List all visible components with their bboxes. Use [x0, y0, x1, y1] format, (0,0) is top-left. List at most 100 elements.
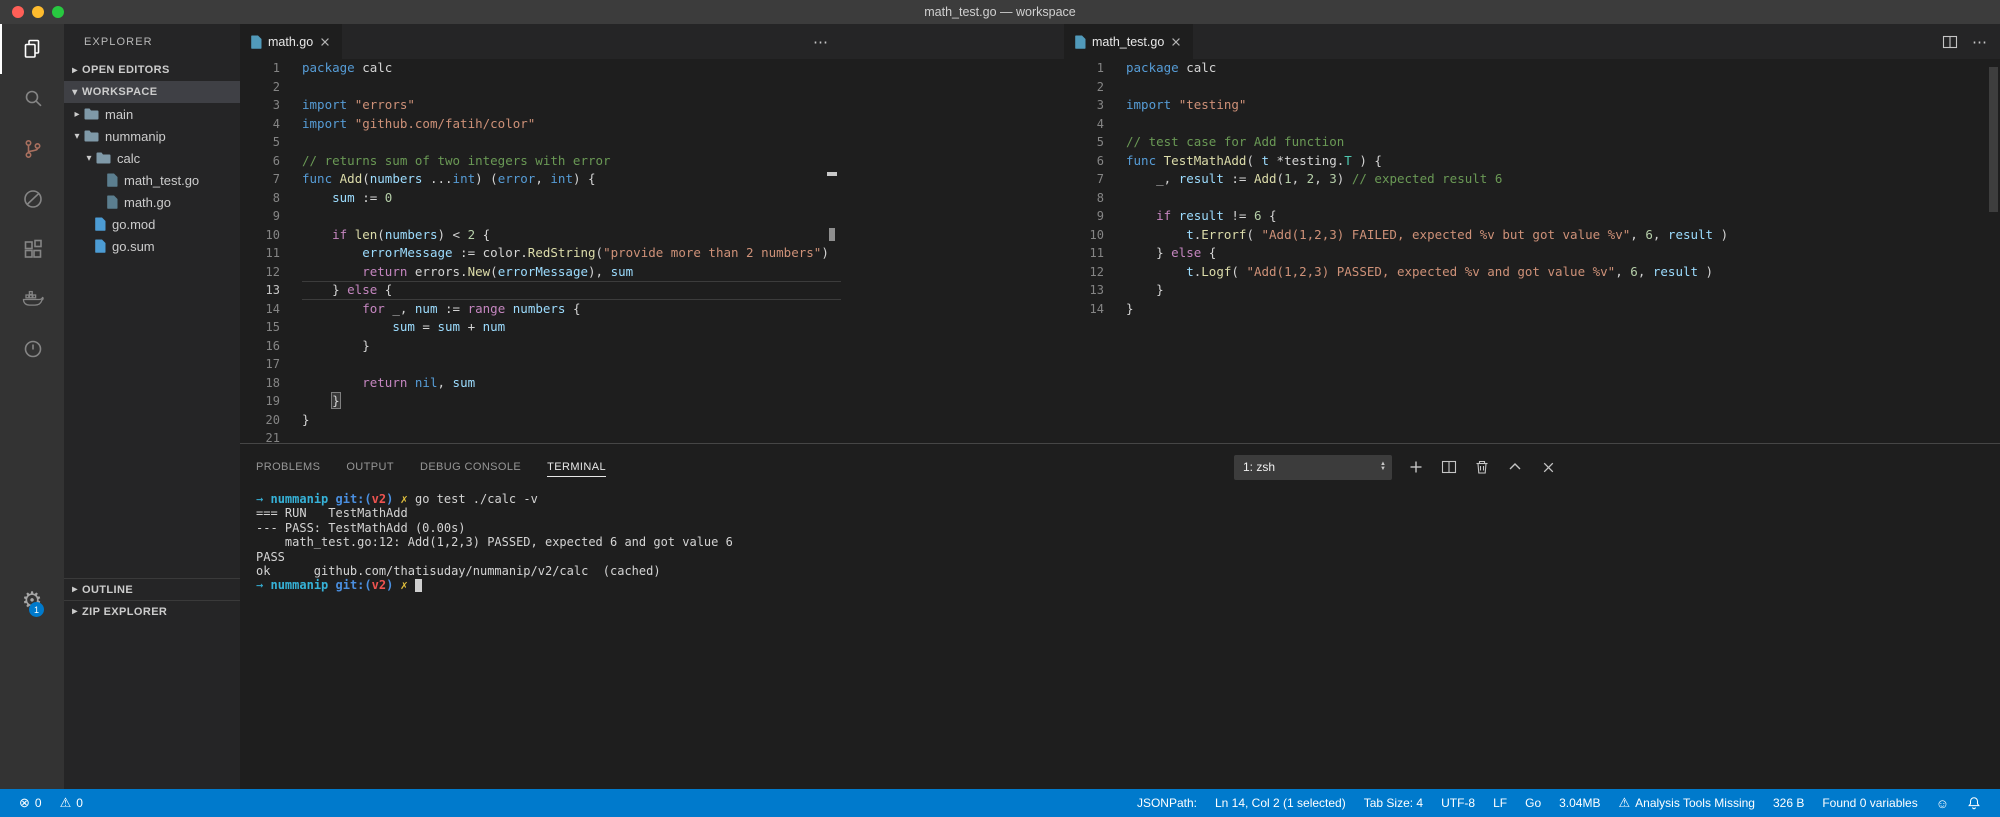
code-text: import "testing": [1126, 97, 1247, 112]
line-number: 8: [272, 190, 280, 205]
status-label: LF: [1493, 796, 1508, 810]
line-number: 17: [265, 357, 280, 371]
line-number: 18: [265, 375, 280, 390]
code-line: 15 sum = sum + num: [240, 318, 841, 337]
line-number: 16: [265, 338, 280, 353]
terminal-dropdown[interactable]: 1: zsh ▲ ▼: [1234, 454, 1392, 480]
kill-terminal-icon[interactable]: [1473, 458, 1491, 476]
status-item-smiley[interactable]: ☺: [1927, 789, 1958, 817]
section-zip-explorer[interactable]: ▸ ZIP EXPLORER: [64, 600, 240, 622]
code-line: 5: [240, 133, 841, 152]
section-outline[interactable]: ▸ OUTLINE: [64, 578, 240, 600]
line-number: 9: [1096, 209, 1104, 223]
tree-file-math_test-go[interactable]: math_test.go: [64, 169, 240, 191]
tree-file-go-mod[interactable]: go.mod: [64, 213, 240, 235]
line-number: 3: [1096, 98, 1104, 112]
status-item-found-0-variables[interactable]: Found 0 variables: [1813, 789, 1926, 817]
status-item-analysis-tools-missing[interactable]: ⚠ Analysis Tools Missing: [1609, 789, 1763, 817]
more-actions-icon[interactable]: ⋯: [813, 33, 829, 51]
close-tab-icon[interactable]: [319, 36, 331, 48]
tab-math-go[interactable]: math.go: [240, 24, 343, 59]
editor-math-go[interactable]: 1 package calc 2 3 import "errors" 4 import "g…: [240, 59, 841, 443]
line-number: 11: [265, 246, 280, 260]
status-item-3-04mb[interactable]: 3.04MB: [1550, 789, 1609, 817]
tab-label: math.go: [268, 34, 314, 49]
code-line: 8 sum := 0: [240, 189, 841, 208]
code-line: 9 if result != 6 {: [1064, 207, 2000, 226]
line-number: 11: [1089, 246, 1104, 260]
section-workspace[interactable]: ▾ WORKSPACE: [64, 81, 240, 103]
code-text: import "errors": [302, 97, 415, 112]
status-item-bell[interactable]: [1958, 789, 1990, 817]
more-actions-icon[interactable]: ⋯: [1972, 33, 1988, 51]
chevron-right-icon: ▸: [74, 108, 80, 120]
code-text: // returns sum of two integers with erro…: [302, 152, 611, 168]
status-item-lf[interactable]: LF: [1484, 789, 1516, 817]
status-item-utf-8[interactable]: UTF-8: [1432, 789, 1484, 817]
new-terminal-icon[interactable]: [1407, 458, 1425, 476]
activity-item-power-circle[interactable]: [0, 324, 64, 374]
panel-tab-problems[interactable]: PROBLEMS: [256, 457, 320, 477]
tree-folder-calc[interactable]: ▾ calc: [64, 147, 240, 169]
close-panel-icon[interactable]: [1539, 458, 1557, 476]
code-line: 11 errorMessage := color.RedString("prov…: [240, 244, 841, 263]
panel-tab-output[interactable]: OUTPUT: [346, 457, 394, 477]
line-number: 2: [1096, 79, 1104, 94]
activity-item-extensions[interactable]: [0, 224, 64, 274]
code-line: 10 if len(numbers) < 2 {: [240, 226, 841, 245]
line-number: 5: [1096, 135, 1104, 149]
status-label: UTF-8: [1441, 796, 1476, 810]
close-window-button[interactable]: [12, 6, 24, 18]
tree-folder-main[interactable]: ▸ main: [64, 103, 240, 125]
status-item-0[interactable]: ⚠ 0: [51, 789, 92, 817]
activity-item-search[interactable]: [0, 74, 64, 124]
close-tab-icon[interactable]: [1170, 36, 1182, 48]
status-item-go[interactable]: Go: [1516, 789, 1550, 817]
maximize-panel-icon[interactable]: [1506, 458, 1524, 476]
terminal-output[interactable]: → nummanip git:(v2) ✗ go test ./calc -v =…: [240, 490, 2000, 593]
split-editor-icon[interactable]: [1942, 34, 1958, 50]
status-item-ln-14-col-2-1-selected[interactable]: Ln 14, Col 2 (1 selected): [1206, 789, 1355, 817]
editor-math-test-go[interactable]: 1 package calc 2 3 import "testing" 4 5 // test…: [1064, 59, 2000, 443]
empty-editor[interactable]: [841, 59, 1064, 443]
code-text: package calc: [1126, 60, 1217, 75]
activity-item-explorer[interactable]: [0, 24, 64, 74]
go-file-icon: [251, 34, 262, 49]
status-item-jsonpath[interactable]: JSONPath:: [1128, 789, 1206, 817]
line-number: 2: [272, 79, 280, 94]
line-number: 13: [1089, 283, 1104, 297]
tab-math-test-go[interactable]: math_test.go: [1064, 24, 1194, 59]
section-open-editors[interactable]: ▸ OPEN EDITORS: [64, 59, 240, 81]
activity-item-docker[interactable]: [0, 274, 64, 324]
activity-item-circle-slash[interactable]: [0, 174, 64, 224]
status-item-tab-size-4[interactable]: Tab Size: 4: [1355, 789, 1432, 817]
tree-folder-nummanip[interactable]: ▾ nummanip: [64, 125, 240, 147]
panel-tab-debug-console[interactable]: DEBUG CONSOLE: [420, 457, 521, 477]
code-line: 6 func TestMathAdd( t *testing.T ) {: [1064, 152, 2000, 171]
status-label: Go: [1525, 796, 1542, 810]
go-file-icon: [107, 195, 118, 209]
panel-header: PROBLEMS OUTPUT DEBUG CONSOLE TERMINAL: [240, 444, 2000, 490]
tree-file-math-go[interactable]: math.go: [64, 191, 240, 213]
error-circle-icon: ⊗: [19, 795, 30, 810]
status-item-326-b[interactable]: 326 B: [1764, 789, 1813, 817]
code-text: if result != 6 {: [1156, 208, 1277, 223]
status-item-0[interactable]: ⊗ 0: [10, 789, 51, 817]
chevron-right-icon: ▸: [72, 64, 78, 76]
minimize-window-button[interactable]: [32, 6, 44, 18]
code-line: 4 import "github.com/fatih/color": [240, 115, 841, 134]
workbench: ⚙ 1 EXPLORER ▸ OPEN EDITORS ▾ WORKSPACE ▸ ma…: [0, 24, 2000, 789]
line-number: 9: [272, 209, 280, 223]
zoom-window-button[interactable]: [52, 6, 64, 18]
window-controls: [12, 0, 64, 24]
tree-file-go-sum[interactable]: go.sum: [64, 235, 240, 257]
line-number: 4: [1096, 116, 1104, 131]
folder-icon: [84, 130, 99, 142]
split-terminal-icon[interactable]: [1440, 458, 1458, 476]
terminal-line: → nummanip git:(v2) ✗: [256, 578, 2000, 593]
activity-item-source-control[interactable]: [0, 124, 64, 174]
code-text: } else {: [1126, 245, 1217, 260]
code-line: 21: [240, 429, 841, 443]
panel-tab-terminal[interactable]: TERMINAL: [547, 457, 606, 477]
line-number: 10: [1089, 227, 1104, 242]
